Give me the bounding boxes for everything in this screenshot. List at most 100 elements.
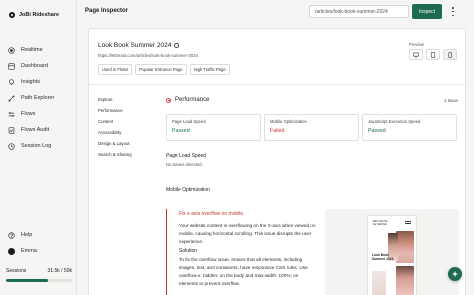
dashboard-icon [8,62,15,70]
metric-label: Page Load Speed [172,119,206,124]
sidebar-item-dashboard[interactable]: Dashboard [8,58,54,74]
sidebar-item-flows[interactable]: Flows [8,106,54,122]
sidebar-nav: Realtime Dashboard Insights Path Explore… [8,42,54,154]
user-name: Emma [21,248,37,254]
add-fab-button[interactable] [448,267,462,281]
tablet-icon [430,51,436,58]
help-label: Help [21,232,33,238]
sidebar-item-insights[interactable]: Insights [8,74,54,90]
metric-label: Mobile Optimization [270,119,307,124]
path-explorer-icon [8,94,15,102]
menu-icon [405,221,411,224]
sessions-value: 31.5k / 50k [47,268,72,274]
sidebar-item-path-explorer[interactable]: Path Explorer [8,90,54,106]
tag: High Traffic Page [189,64,230,75]
sessions-label: Sessions [6,268,27,274]
alert-icon [166,97,171,103]
issue-title: Fix x-axis overflow on mobile [179,211,244,217]
inspected-page-title-text: Look Book Summer 2024 [98,42,172,49]
sparkle-icon [451,270,459,278]
solution-description: To fix the overflow issue, ensure that a… [179,257,308,286]
user-menu[interactable]: Emma [8,243,37,259]
issue-detail: Fix x-axis overflow on mobile Your websi… [166,209,318,295]
insights-icon [8,78,15,86]
sidebar-item-label: Session Log [21,143,52,149]
performance-title: Performance [175,97,210,103]
inspected-page-title: Look Book Summer 2024 [98,42,180,49]
section-nav-search-sharing[interactable]: Search & Sharing [98,152,132,163]
sidebar-item-label: Realtime [21,47,43,53]
metric-cards: Page Load Speed Passed Mobile Optimizati… [166,114,457,141]
sessions-progress-fill [6,279,48,282]
help-link[interactable]: Help [8,227,37,243]
metric-status: Passed [172,128,190,134]
desktop-icon [413,52,419,57]
mobile-icon [448,51,452,58]
session-log-icon [8,142,15,150]
metric-card-javascript[interactable]: JavaScript Execution Speed Passed [362,114,457,141]
preview-device-toggle [409,49,457,60]
sidebar-bottom: Help Emma [8,227,37,259]
more-options-icon[interactable] [450,7,456,16]
desktop-preview-button[interactable] [409,49,423,60]
sidebar-item-realtime[interactable]: Realtime [8,42,54,58]
avatar [8,247,15,255]
issue-count: 1 Issue [444,98,458,103]
gear-icon[interactable] [174,43,180,48]
mobile-preview-button[interactable] [443,49,457,60]
sidebar-item-flows-audit[interactable]: Flows Audit [8,122,54,138]
section-nav-design-layout[interactable]: Design & Layout [98,141,132,152]
metric-card-page-load[interactable]: Page Load Speed Passed [166,114,261,141]
metric-status: Failed [270,128,285,134]
preview-photo-left [372,271,386,295]
section-nav: Explore Performance Content Accessibilit… [98,97,132,163]
sidebar-item-label: Flows Audit [21,127,50,133]
tag: Popular Entrance Page [135,64,187,75]
url-input[interactable] [309,5,409,18]
flows-audit-icon [8,126,15,134]
sidebar-item-label: Dashboard [21,63,48,69]
sidebar-item-label: Flows [21,111,36,117]
realtime-icon [8,46,15,54]
page-load-section-status: No issues detected. [166,162,203,167]
issue-description: Your website content is overflowing on t… [179,223,316,244]
metric-label: JavaScript Execution Speed [368,119,421,124]
preview-photo-main [396,231,414,263]
sidebar-item-label: Insights [21,79,40,85]
brand-logo-icon [9,12,15,18]
phone-screen: BRYNALTE LE SENSE Look Book Summer 2024 [367,215,417,295]
preview-photo-secondary [396,266,414,295]
inspect-button[interactable]: Inspect [412,4,442,19]
sidebar-item-session-log[interactable]: Session Log [8,138,54,154]
page-load-section-title: Page Load Speed [166,153,207,159]
section-nav-performance[interactable]: Performance [98,108,132,119]
mobile-section-title: Mobile Optimization [166,187,210,193]
inspector-panel: Look Book Summer 2024 https://lettreast.… [88,28,466,295]
preview-title: Look Book Summer 2024 [372,253,394,261]
sidebar: JoBi Rideshare Realtime Dashboard Insigh… [0,0,77,295]
brand-name: JoBi Rideshare [19,12,60,18]
preview-label: Preview [409,42,424,47]
section-nav-accessibility[interactable]: Accessibility [98,130,132,141]
performance-heading: Performance [166,97,209,103]
sidebar-item-label: Path Explorer [21,95,55,101]
help-icon [8,231,15,239]
page-title: Page Inspector [85,8,129,14]
section-nav-content[interactable]: Content [98,119,132,130]
flows-icon [8,111,15,118]
page-tags: Used in Flows Popular Entrance Page High… [98,64,230,75]
tag: Used in Flows [98,64,133,75]
mobile-preview: BRYNALTE LE SENSE Look Book Summer 2024 [325,209,459,295]
brand[interactable]: JoBi Rideshare [9,12,59,18]
metric-card-mobile[interactable]: Mobile Optimization Failed [264,114,359,141]
sessions-progress-bar [6,279,72,282]
metric-status: Passed [368,128,386,134]
tablet-preview-button[interactable] [426,49,440,60]
top-bar: Page Inspector Inspect [77,0,474,23]
page-header: Look Book Summer 2024 https://lettreast.… [89,29,465,85]
sessions-usage: Sessions 31.5k / 50k [6,268,72,282]
solution-title: Solution [179,248,198,255]
section-nav-explore[interactable]: Explore [98,97,132,108]
preview-brand: BRYNALTE LE SENSE [373,219,388,227]
inspected-page-url[interactable]: https://lettreast.com/articles/look-book… [98,53,198,58]
